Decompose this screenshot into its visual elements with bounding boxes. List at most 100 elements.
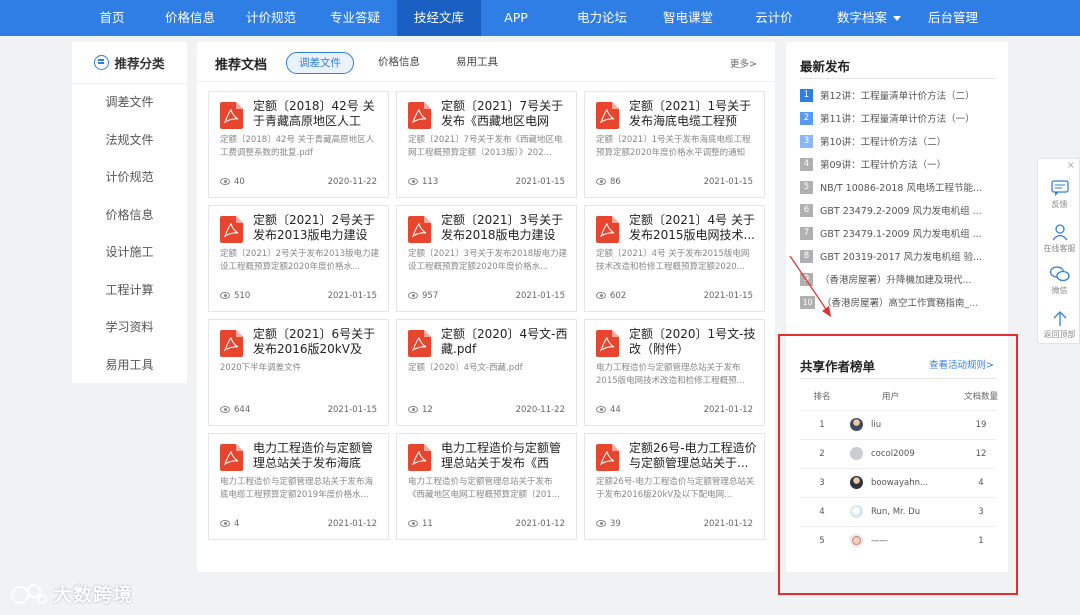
doc-card-description: 电力工程造价与定额管理总站关于发布海底电缆工程预算定额2019年度价格水... <box>220 477 374 500</box>
nav-item-tech-library[interactable]: 技经文库 <box>397 0 481 36</box>
doc-card[interactable]: 定额〔2021〕7号关于发布《西藏地区电网工... 定额〔2021〕7号关于发布《… <box>396 91 577 198</box>
more-link[interactable]: 更多> <box>730 56 757 70</box>
latest-divider <box>800 78 996 79</box>
tab-adjustment-docs[interactable]: 调差文件 <box>286 52 354 74</box>
doc-card-description: 定额〔2021〕4号 关于发布2015版电网技术改造和检修工程概预算定额2020… <box>596 249 750 272</box>
latest-item[interactable]: 1 第12讲：工程量清单计价方法（二） <box>800 87 1000 103</box>
eye-icon <box>408 178 418 185</box>
eye-icon <box>596 292 606 299</box>
wechat-button[interactable]: 微信 <box>1038 265 1080 296</box>
nav-item-digital-archive[interactable]: 数字档案 <box>825 0 913 36</box>
nav-item-price-info[interactable]: 价格信息 <box>151 0 229 36</box>
doc-card-description: 定额〔2020〕4号文-西藏.pdf <box>408 363 523 373</box>
doc-card[interactable]: 定额〔2021〕4号 关于发布2015版电网技术... 定额〔2021〕4号 关于… <box>584 205 765 312</box>
nav-item-cloud-pricing[interactable]: 云计价 <box>723 0 825 36</box>
doc-card[interactable]: 电力工程造价与定额管理总站关于发布《西藏... 电力工程造价与定额管理总站关于发布… <box>396 433 577 540</box>
latest-item-text: （香港房屋署）升降機加建及現代... <box>820 275 972 286</box>
nav-item-home[interactable]: 首页 <box>73 0 151 36</box>
tab-price-info[interactable]: 价格信息 <box>369 52 429 74</box>
doc-card-title[interactable]: 电力工程造价与定额管理总站关于发布《西藏... <box>441 441 571 471</box>
doc-card[interactable]: 定额〔2020〕4号文-西藏.pdf 定额〔2020〕4号文-西藏.pdf 12 20… <box>396 319 577 426</box>
doc-card-views: 12 <box>408 405 433 415</box>
doc-card-description: 2020下半年调差文件 <box>220 363 302 373</box>
latest-item[interactable]: 8 GBT 20319-2017 风力发电机组 验... <box>800 248 1000 264</box>
doc-card-views: 11 <box>408 519 433 529</box>
doc-card-date: 2021-01-12 <box>515 519 565 529</box>
doc-card-title[interactable]: 定额〔2020〕1号文-技改（附件） <box>629 327 759 357</box>
doc-card-title[interactable]: 定额〔2021〕6号关于发布2016版20kV及以... <box>253 327 383 357</box>
doc-card-title[interactable]: 定额〔2021〕2号关于发布2013版电力建设工... <box>253 213 383 243</box>
online-support-button[interactable]: 在线客服 <box>1038 223 1080 254</box>
latest-item[interactable]: 6 GBT 23479.2-2009 风力发电机组 ... <box>800 202 1000 218</box>
latest-item-text: NB/T 10086-2018 风电场工程节能... <box>820 183 983 194</box>
latest-item[interactable]: 10 （香港房屋署）高空工作實務指南_... <box>800 294 1000 310</box>
close-icon[interactable]: × <box>1067 160 1075 171</box>
nav-item-expert-qa[interactable]: 专业答疑 <box>313 0 397 36</box>
doc-card-description: 定额〔2021〕1号关于发布海底电缆工程预算定额2020年度价格水平调整的通知 <box>596 135 751 158</box>
latest-item[interactable]: 3 第10讲：工程计价方法（二） <box>800 133 1000 149</box>
doc-card-footer: 86 2021-01-15 <box>596 177 753 187</box>
rank-number-badge: 7 <box>800 226 813 240</box>
doc-card[interactable]: 电力工程造价与定额管理总站关于发布海底电... 电力工程造价与定额管理总站关于发布… <box>208 433 389 540</box>
doc-card[interactable]: 定额〔2020〕1号文-技改（附件） 电力工程造价与定额管理总站关于发布2015版… <box>584 319 765 426</box>
sidebar-item-learning-materials[interactable]: 学习资料 <box>72 309 187 347</box>
rank-number-badge: 9 <box>800 272 813 286</box>
sidebar-item-pricing-rules[interactable]: 计价规范 <box>72 159 187 197</box>
tab-handy-tools[interactable]: 易用工具 <box>447 52 507 74</box>
pdf-file-icon <box>408 444 431 471</box>
doc-card-footer: 4 2021-01-12 <box>220 519 377 529</box>
pdf-file-icon <box>596 330 619 357</box>
sidebar-title: 推荐分类 <box>114 56 165 71</box>
sidebar-item-regulations[interactable]: 法规文件 <box>72 122 187 160</box>
sidebar-item-handy-tools[interactable]: 易用工具 <box>72 347 187 385</box>
doc-card[interactable]: 定额〔2018〕42号 关于青藏高原地区人工费... 定额〔2018〕42号 关于… <box>208 91 389 198</box>
sidebar-item-engineering-calc[interactable]: 工程计算 <box>72 272 187 310</box>
pdf-file-icon <box>596 444 619 471</box>
doc-card-title[interactable]: 定额〔2021〕4号 关于发布2015版电网技术... <box>629 213 759 243</box>
pdf-file-icon <box>220 102 243 129</box>
nav-item-smart-classroom[interactable]: 智电课堂 <box>653 0 723 36</box>
doc-card-description: 定额〔2018〕42号 关于青藏高原地区人工费调整系数的批复.pdf <box>220 135 375 158</box>
doc-card[interactable]: 定额〔2021〕6号关于发布2016版20kV及以... 2020下半年调差文件 6… <box>208 319 389 426</box>
back-to-top-button[interactable]: 返回顶部 <box>1038 309 1080 340</box>
doc-card-footer: 602 2021-01-15 <box>596 291 753 301</box>
eye-icon <box>408 406 418 413</box>
feedback-button[interactable]: 反馈 <box>1038 179 1080 210</box>
sidebar-item-adjustment-docs[interactable]: 调差文件 <box>72 84 187 122</box>
latest-item[interactable]: 4 第09讲：工程计价方法（一） <box>800 156 1000 172</box>
latest-item-text: GBT 20319-2017 风力发电机组 验... <box>820 252 983 263</box>
doc-card[interactable]: 定额〔2021〕3号关于发布2018版电力建设工... 定额〔2021〕3号关于发… <box>396 205 577 312</box>
doc-card-title[interactable]: 定额〔2021〕7号关于发布《西藏地区电网工... <box>441 99 571 129</box>
nav-item-pricing-rules[interactable]: 计价规范 <box>229 0 313 36</box>
doc-card-title[interactable]: 定额26号-电力工程造价与定额管理总站关于... <box>629 441 759 471</box>
latest-item[interactable]: 5 NB/T 10086-2018 风电场工程节能... <box>800 179 1000 195</box>
doc-card-view-count: 602 <box>610 291 627 301</box>
doc-card-view-count: 44 <box>610 405 621 415</box>
nav-item-power-forum[interactable]: 电力论坛 <box>551 0 653 36</box>
doc-card[interactable]: 定额〔2021〕1号关于发布海底电缆工程预算... 定额〔2021〕1号关于发布海… <box>584 91 765 198</box>
doc-card-title[interactable]: 电力工程造价与定额管理总站关于发布海底电... <box>253 441 383 471</box>
doc-card[interactable]: 定额〔2021〕2号关于发布2013版电力建设工... 定额〔2021〕2号关于发… <box>208 205 389 312</box>
latest-item[interactable]: 7 GBT 23479.1-2009 风力发电机组 ... <box>800 225 1000 241</box>
doc-card-title[interactable]: 定额〔2020〕4号文-西藏.pdf <box>441 327 571 357</box>
docs-panel-title: 推荐文档 <box>215 58 268 73</box>
feedback-icon <box>1050 180 1069 196</box>
latest-item[interactable]: 9 （香港房屋署）升降機加建及現代... <box>800 271 1000 287</box>
docs-tabs-row: 推荐文档 调差文件 价格信息 易用工具 更多> <box>197 42 775 82</box>
doc-card-title[interactable]: 定额〔2018〕42号 关于青藏高原地区人工费... <box>253 99 383 129</box>
nav-item-app[interactable]: APP <box>481 0 551 36</box>
doc-card[interactable]: 定额26号-电力工程造价与定额管理总站关于... 定额26号-电力工程造价与定额管… <box>584 433 765 540</box>
eye-icon <box>596 520 606 527</box>
doc-card-description: 电力工程造价与定额管理总站关于发布《西藏地区电网工程概预算定额（201... <box>408 477 560 500</box>
support-icon <box>1051 224 1068 241</box>
latest-item[interactable]: 2 第11讲：工程量清单计价方法（一） <box>800 110 1000 126</box>
sidebar-item-design-construction[interactable]: 设计施工 <box>72 234 187 272</box>
nav-item-admin[interactable]: 后台管理 <box>913 0 993 36</box>
doc-card-description: 电力工程造价与定额管理总站关于发布2015版电网技术改造和检修工程概预... <box>596 363 745 386</box>
doc-card-title[interactable]: 定额〔2021〕1号关于发布海底电缆工程预算... <box>629 99 759 129</box>
doc-card-title[interactable]: 定额〔2021〕3号关于发布2018版电力建设工... <box>441 213 571 243</box>
sidebar-item-price-info[interactable]: 价格信息 <box>72 197 187 235</box>
doc-card-view-count: 11 <box>422 519 433 529</box>
latest-title: 最新发布 <box>800 59 851 74</box>
pdf-file-icon <box>220 330 243 357</box>
